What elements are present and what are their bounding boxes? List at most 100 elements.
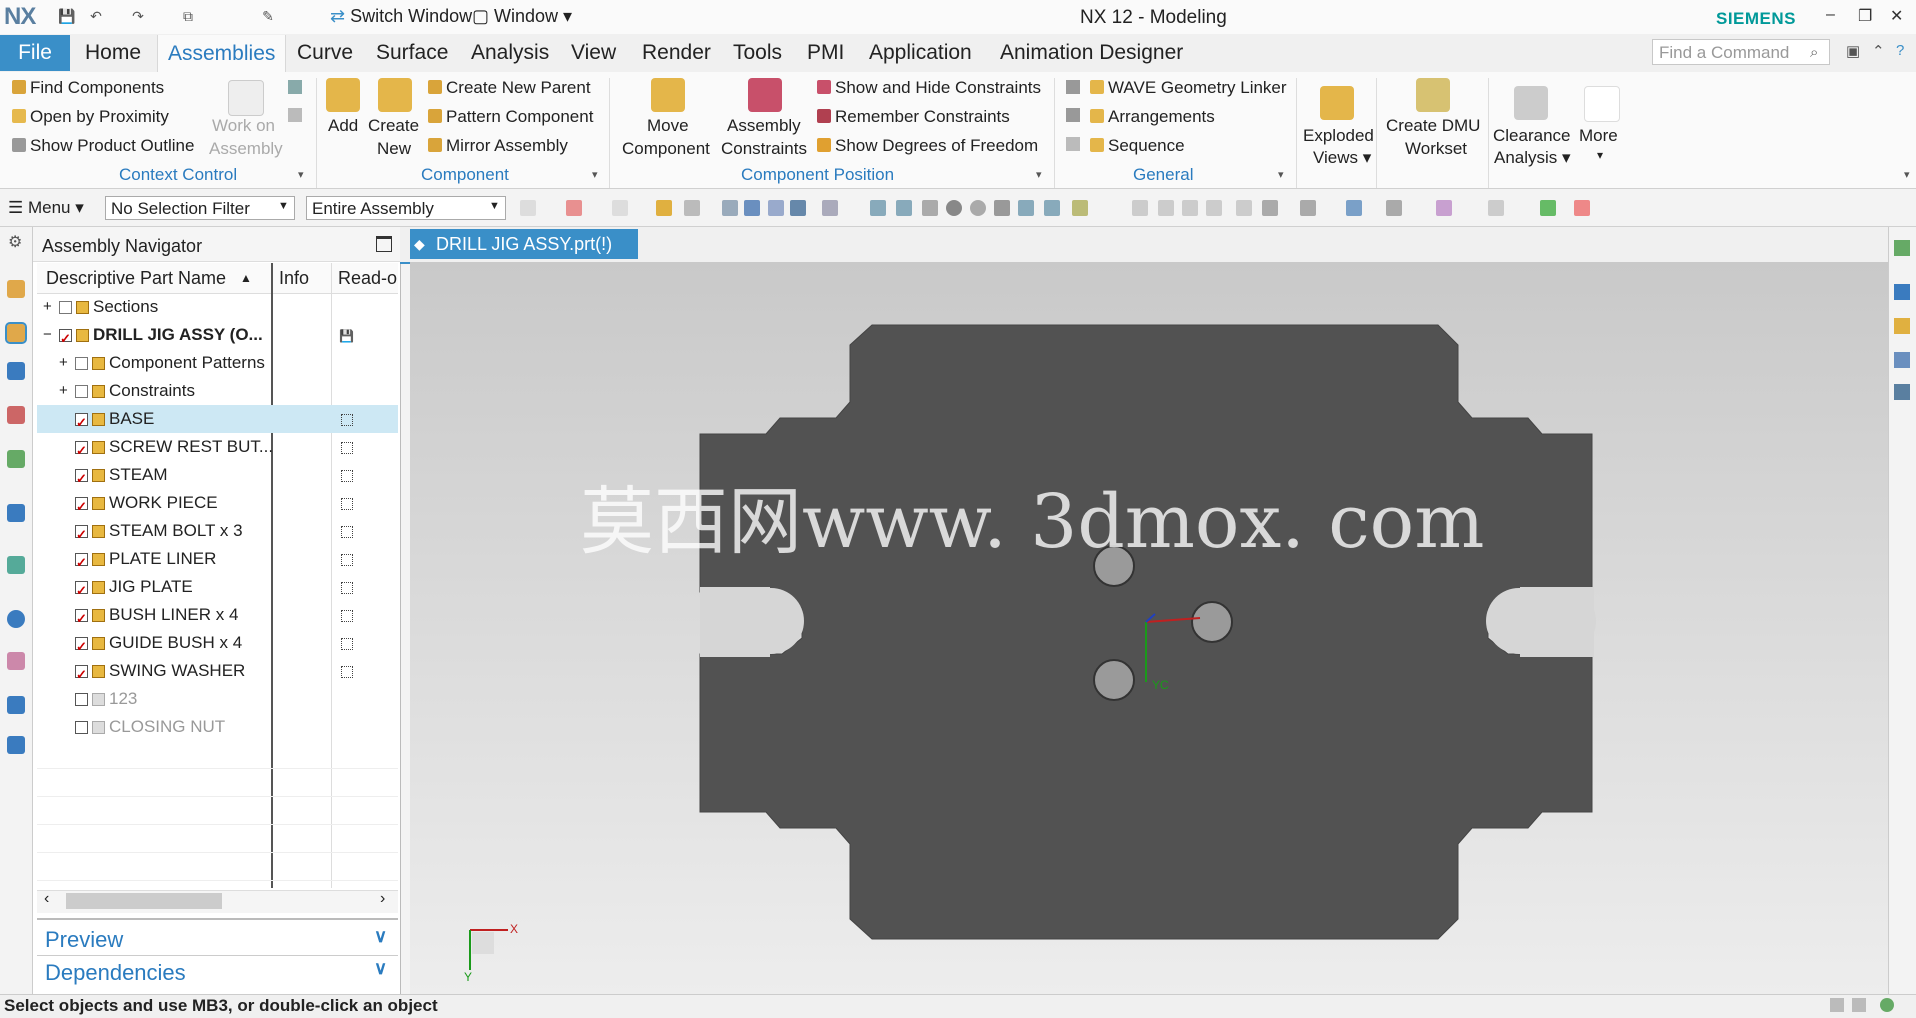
view-fit-icon[interactable] bbox=[1132, 200, 1148, 216]
create-new-parent-button[interactable]: Create New Parent bbox=[428, 78, 591, 98]
tree-row[interactable]: + Constraints bbox=[37, 377, 398, 405]
measure-icon[interactable] bbox=[1488, 200, 1504, 216]
maximize-panel-icon[interactable] bbox=[376, 236, 392, 252]
status-icon-2[interactable] bbox=[1852, 998, 1866, 1012]
tab-analysis[interactable]: Analysis bbox=[471, 41, 549, 65]
exploded-views-button-line1[interactable]: Exploded bbox=[1303, 126, 1374, 146]
snap-point-icon[interactable] bbox=[768, 200, 784, 216]
visibility-checkbox[interactable] bbox=[75, 721, 88, 734]
top-menu-button[interactable]: ☰ Menu ▾ bbox=[8, 198, 84, 218]
readonly-checkbox[interactable] bbox=[341, 610, 353, 622]
column-header-name[interactable]: Descriptive Part Name bbox=[46, 268, 226, 289]
create-new-button-line2[interactable]: New bbox=[377, 139, 411, 159]
process-studio-icon[interactable] bbox=[7, 652, 25, 670]
copy-icon[interactable]: ⧉ bbox=[180, 8, 196, 24]
scrollbar-thumb[interactable] bbox=[66, 893, 222, 909]
help-icon[interactable]: ? bbox=[1896, 42, 1904, 59]
general-small-icon-2[interactable] bbox=[1066, 108, 1080, 122]
visibility-checkbox[interactable] bbox=[59, 325, 72, 353]
visibility-checkbox[interactable] bbox=[75, 385, 88, 398]
visibility-checkbox[interactable] bbox=[75, 693, 88, 706]
minimize-button[interactable]: – bbox=[1826, 6, 1835, 24]
readonly-checkbox[interactable] bbox=[341, 666, 353, 678]
tree-row[interactable]: BUSH LINER x 4 bbox=[37, 601, 398, 633]
switch-window-button[interactable]: ⇄ Switch Window bbox=[330, 6, 472, 27]
visibility-checkbox[interactable] bbox=[75, 549, 88, 577]
readonly-checkbox[interactable] bbox=[341, 442, 353, 454]
move-component-button-line2[interactable]: Component bbox=[622, 139, 710, 159]
visibility-checkbox[interactable] bbox=[75, 577, 88, 605]
web-browser-icon[interactable] bbox=[7, 504, 25, 522]
history-icon[interactable] bbox=[7, 556, 25, 574]
context-control-chevron-icon[interactable]: ▾ bbox=[298, 168, 304, 181]
tab-application[interactable]: Application bbox=[869, 41, 972, 65]
undo-icon[interactable]: ↶ bbox=[88, 8, 104, 24]
ribbon-overflow-icon[interactable]: ▾ bbox=[1904, 168, 1910, 181]
snap-line-icon[interactable] bbox=[790, 200, 806, 216]
readonly-checkbox[interactable] bbox=[341, 554, 353, 566]
tree-row[interactable]: SCREW REST BUT... bbox=[37, 433, 398, 465]
mirror-assembly-button[interactable]: Mirror Assembly bbox=[428, 136, 568, 156]
search-icon[interactable]: ⌕ bbox=[1810, 44, 1818, 61]
document-tab[interactable]: DRILL JIG ASSY.prt(!) ✕ bbox=[410, 229, 638, 284]
snap-existing-icon[interactable] bbox=[994, 200, 1010, 216]
select-solid-icon[interactable] bbox=[722, 200, 738, 216]
tree-row[interactable]: STEAM BOLT x 3 bbox=[37, 517, 398, 549]
snap-center-icon[interactable] bbox=[946, 200, 962, 216]
tab-tools[interactable]: Tools bbox=[733, 41, 782, 65]
roles-icon[interactable] bbox=[7, 696, 25, 714]
tree-row[interactable]: JIG PLATE bbox=[37, 573, 398, 605]
part-navigator-icon[interactable] bbox=[7, 280, 25, 298]
assembly-constraints-button-line1[interactable]: Assembly bbox=[727, 116, 801, 136]
restore-button[interactable]: ❐ bbox=[1858, 6, 1872, 26]
find-components-button[interactable]: Find Components bbox=[12, 78, 164, 98]
expand-toggle-icon[interactable]: − bbox=[43, 321, 52, 349]
general-small-icon-1[interactable] bbox=[1066, 80, 1080, 94]
expand-toggle-icon[interactable]: + bbox=[59, 377, 68, 405]
assembly-navigator-icon[interactable] bbox=[5, 322, 27, 344]
readonly-checkbox[interactable] bbox=[341, 526, 353, 538]
collapse-ribbon-icon[interactable]: ⌃ bbox=[1872, 42, 1885, 60]
create-dmu-button-line2[interactable]: Workset bbox=[1405, 139, 1467, 159]
right-tool-4-icon[interactable] bbox=[1894, 352, 1910, 368]
assembly-label[interactable]: Assembly bbox=[209, 139, 283, 159]
close-button[interactable]: ✕ bbox=[1890, 6, 1903, 26]
tree-row[interactable]: STEAM bbox=[37, 461, 398, 493]
pattern-component-button[interactable]: Pattern Component bbox=[428, 107, 593, 127]
tab-file[interactable]: File bbox=[0, 35, 70, 71]
redo-icon[interactable]: ↷ bbox=[130, 8, 146, 24]
chevron-down-icon[interactable]: ∨ bbox=[374, 958, 387, 979]
tab-surface[interactable]: Surface bbox=[376, 41, 448, 65]
arrangements-button[interactable]: Arrangements bbox=[1090, 107, 1215, 127]
visibility-checkbox[interactable] bbox=[75, 357, 88, 370]
selection-scope-dropdown[interactable]: Entire Assembly bbox=[306, 196, 506, 220]
assembly-constraints-button-line2[interactable]: Constraints bbox=[721, 139, 807, 159]
preview-section-header[interactable]: Preview bbox=[45, 927, 123, 953]
view-pan-icon[interactable] bbox=[1206, 200, 1222, 216]
command-finder-icon[interactable]: ✎ bbox=[260, 8, 276, 24]
constraint-navigator-icon[interactable] bbox=[7, 362, 25, 380]
snap-quadrant-icon[interactable] bbox=[970, 200, 986, 216]
visibility-checkbox[interactable] bbox=[75, 521, 88, 549]
show-dof-button[interactable]: Show Degrees of Freedom bbox=[817, 136, 1038, 156]
readonly-checkbox[interactable] bbox=[341, 470, 353, 482]
visibility-checkbox[interactable] bbox=[75, 409, 88, 437]
general-small-icon-3[interactable] bbox=[1066, 137, 1080, 151]
window-menu[interactable]: ▢ Window ▾ bbox=[472, 6, 572, 27]
rectangle-select-icon[interactable] bbox=[684, 200, 700, 216]
show-hide-constraints-button[interactable]: Show and Hide Constraints bbox=[817, 78, 1041, 98]
status-icon-3[interactable] bbox=[1880, 998, 1894, 1012]
tab-animation-designer[interactable]: Animation Designer bbox=[1000, 41, 1183, 65]
clock-icon[interactable] bbox=[7, 610, 25, 628]
snap-spline-icon[interactable] bbox=[896, 200, 912, 216]
system-scenes-icon[interactable] bbox=[7, 736, 25, 754]
readonly-checkbox[interactable] bbox=[341, 638, 353, 650]
select-parts-icon[interactable] bbox=[656, 200, 672, 216]
tab-view[interactable]: View bbox=[571, 41, 616, 65]
tree-row[interactable]: 123 bbox=[37, 685, 398, 713]
show-product-outline-button[interactable]: Show Product Outline bbox=[12, 136, 194, 156]
visibility-checkbox[interactable] bbox=[75, 493, 88, 521]
chevron-down-icon[interactable]: ∨ bbox=[374, 926, 387, 947]
expand-toggle-icon[interactable]: + bbox=[43, 293, 52, 321]
visibility-checkbox[interactable] bbox=[75, 465, 88, 493]
